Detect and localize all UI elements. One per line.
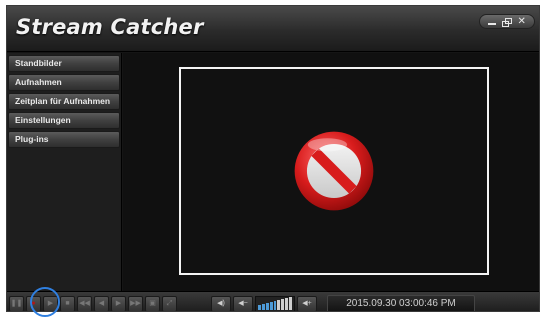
sidebar-item-zeitplan[interactable]: Zeitplan für Aufnahmen: [8, 93, 120, 110]
step-forward-icon[interactable]: ▶: [111, 296, 126, 311]
app-window: Stream Catcher ✕ Standbilder Aufnahmen Z…: [6, 5, 540, 312]
volume-level-bar: [289, 297, 293, 310]
close-icon[interactable]: ✕: [518, 16, 526, 27]
volume-level-bar: [258, 305, 261, 310]
step-back-icon[interactable]: ◀: [94, 296, 109, 311]
datetime-display: 2015.09.30 03:00:46 PM: [327, 295, 475, 311]
volume-controls: ◀) ◀− ◀+: [211, 296, 317, 311]
no-entry-icon: [294, 131, 374, 211]
skip-back-icon[interactable]: ◀◀: [77, 296, 92, 311]
sidebar-item-aufnahmen[interactable]: Aufnahmen: [8, 74, 120, 91]
fullscreen-icon[interactable]: ⤢: [162, 296, 177, 311]
stop-icon[interactable]: ■: [60, 296, 75, 311]
video-area: [123, 53, 539, 291]
volume-level-bar: [261, 304, 265, 310]
volume-level-bar: [265, 303, 269, 310]
restore-icon[interactable]: [502, 17, 513, 27]
volume-level-bar: [269, 302, 273, 310]
sidebar: Standbilder Aufnahmen Zeitplan für Aufna…: [7, 53, 122, 291]
volume-down-icon[interactable]: ◀−: [233, 296, 253, 311]
snapshot-icon[interactable]: ▣: [145, 296, 160, 311]
volume-level-bar: [273, 301, 277, 310]
mute-icon[interactable]: ◀): [211, 296, 231, 311]
video-frame: [179, 67, 489, 275]
sidebar-item-einstellungen[interactable]: Einstellungen: [8, 112, 120, 129]
volume-level-bar: [281, 299, 285, 310]
sidebar-item-plugins[interactable]: Plug-ins: [8, 131, 120, 148]
volume-slider[interactable]: [255, 296, 295, 311]
player-controls-bar: ❚❚ ● ▶ ■ ◀◀ ◀ ▶ ▶▶ ▣ ⤢ ◀) ◀− ◀+ 2015.09.…: [7, 291, 539, 311]
volume-level-bar: [277, 300, 281, 310]
pause-icon[interactable]: ❚❚: [9, 296, 24, 311]
focus-highlight-ring: [30, 287, 60, 317]
skip-forward-icon[interactable]: ▶▶: [128, 296, 143, 311]
minimize-icon[interactable]: [488, 23, 497, 25]
volume-level-bar: [285, 298, 289, 310]
volume-up-icon[interactable]: ◀+: [297, 296, 317, 311]
sidebar-item-standbilder[interactable]: Standbilder: [8, 55, 120, 72]
window-controls: ✕: [479, 14, 535, 29]
titlebar: Stream Catcher ✕: [7, 6, 539, 52]
app-title: Stream Catcher: [16, 15, 204, 39]
